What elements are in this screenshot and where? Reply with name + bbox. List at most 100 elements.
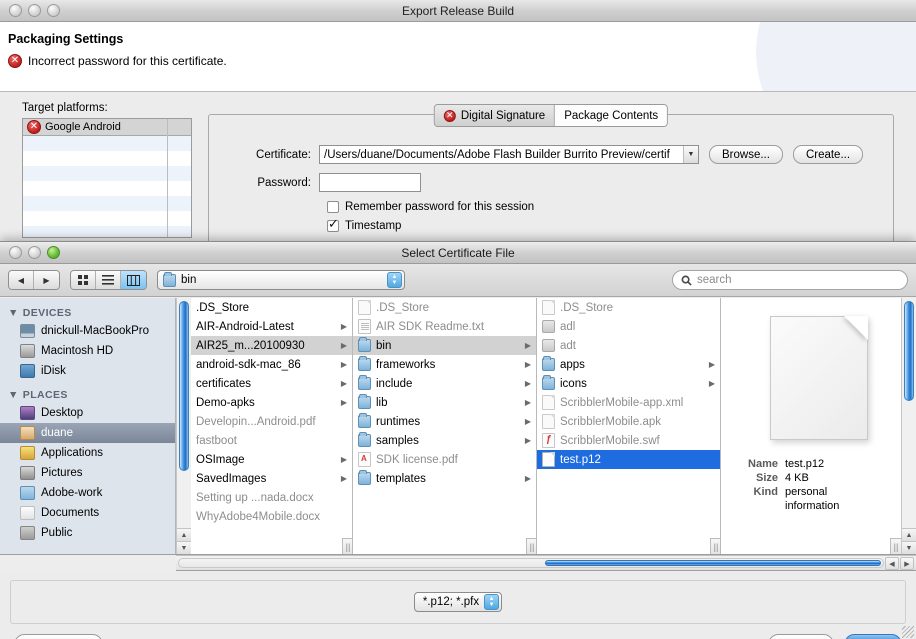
- sidebar-item-macintosh-hd[interactable]: Macintosh HD: [0, 341, 175, 361]
- list-item[interactable]: templates ▶: [353, 469, 536, 488]
- remember-password-checkbox[interactable]: [327, 201, 339, 213]
- list-item[interactable]: bin ▶: [353, 336, 536, 355]
- close-button[interactable]: [9, 246, 22, 259]
- scroll-down-icon[interactable]: ▼: [902, 541, 916, 554]
- minimize-button[interactable]: [28, 246, 41, 259]
- file-dialog-traffic-lights[interactable]: [9, 246, 60, 259]
- list-item[interactable]: OSImage ▶: [191, 450, 352, 469]
- list-item[interactable]: AIR SDK Readme.txt: [353, 317, 536, 336]
- sidebar-group-places[interactable]: ▼ PLACES: [0, 387, 175, 403]
- horizontal-scrollbar[interactable]: ◀ ▶: [176, 555, 916, 571]
- password-input[interactable]: [319, 173, 421, 192]
- column-resize-handle[interactable]: ||: [890, 538, 901, 554]
- list-item[interactable]: SavedImages ▶: [191, 469, 352, 488]
- column-view-icon[interactable]: [121, 271, 146, 289]
- scroll-up-icon[interactable]: ▲: [177, 528, 191, 541]
- list-item[interactable]: fastboot: [191, 431, 352, 450]
- sidebar-item-dnickull-macbookpro[interactable]: dnickull-MacBookPro: [0, 321, 175, 341]
- column-resize-handle[interactable]: ||: [710, 538, 720, 554]
- list-item[interactable]: Demo-apks ▶: [191, 393, 352, 412]
- scrollbar-arrows[interactable]: ▲ ▼: [177, 528, 191, 554]
- minimize-button[interactable]: [28, 4, 41, 17]
- list-item[interactable]: frameworks ▶: [353, 355, 536, 374]
- list-item[interactable]: .DS_Store: [537, 298, 720, 317]
- sidebar-item-documents[interactable]: Documents: [0, 503, 175, 523]
- disclosure-triangle-icon[interactable]: ▼: [8, 307, 19, 319]
- scrollbar-thumb[interactable]: [904, 301, 914, 401]
- tab-package-contents[interactable]: Package Contents: [555, 105, 668, 126]
- path-stepper-icon[interactable]: ▲ ▼: [387, 272, 402, 288]
- target-platforms-list[interactable]: ✕ Google Android: [22, 118, 192, 238]
- tab-digital-signature[interactable]: ✕ Digital Signature: [434, 105, 556, 126]
- back-arrow-icon[interactable]: ◀: [9, 271, 34, 289]
- timestamp-checkbox[interactable]: [327, 217, 339, 232]
- list-item-selected[interactable]: test.p12: [537, 450, 720, 469]
- path-dropdown[interactable]: bin ▲ ▼: [157, 270, 405, 290]
- search-input[interactable]: search: [672, 270, 908, 290]
- sidebar-item-idisk[interactable]: iDisk: [0, 361, 175, 381]
- scroll-down-icon[interactable]: ▼: [177, 541, 191, 554]
- window-traffic-lights[interactable]: [9, 4, 60, 17]
- scrollbar-arrows[interactable]: ◀ ▶: [885, 557, 914, 570]
- list-item[interactable]: lib ▶: [353, 393, 536, 412]
- platform-row[interactable]: ✕ Google Android: [23, 119, 191, 136]
- list-item[interactable]: adl: [537, 317, 720, 336]
- scroll-left-icon[interactable]: ◀: [885, 557, 899, 570]
- remember-password-row[interactable]: Remember password for this session: [327, 201, 893, 213]
- grid-view-icon[interactable]: [71, 271, 96, 289]
- scroll-right-icon[interactable]: ▶: [900, 557, 914, 570]
- list-item[interactable]: Setting up ...nada.docx: [191, 488, 352, 507]
- sidebar-group-devices[interactable]: ▼ DEVICES: [0, 305, 175, 321]
- scroll-up-icon[interactable]: ▲: [902, 528, 916, 541]
- sidebar-item-applications[interactable]: Applications: [0, 443, 175, 463]
- sidebar-item-desktop[interactable]: Desktop: [0, 403, 175, 423]
- zoom-button[interactable]: [47, 4, 60, 17]
- navigation-buttons[interactable]: ◀ ▶: [8, 270, 60, 290]
- cancel-button[interactable]: Cancel: [768, 634, 834, 639]
- list-item[interactable]: android-sdk-mac_86 ▶: [191, 355, 352, 374]
- sidebar-item-public[interactable]: Public: [0, 523, 175, 543]
- list-item[interactable]: certificates ▶: [191, 374, 352, 393]
- column-resize-handle[interactable]: ||: [526, 538, 536, 554]
- sidebar-scrollbar[interactable]: ▲ ▼: [176, 298, 191, 554]
- sidebar-item-duane[interactable]: duane: [0, 423, 175, 443]
- new-folder-button[interactable]: New Folder: [14, 634, 103, 639]
- preview-scrollbar[interactable]: ▲ ▼: [901, 298, 916, 554]
- view-mode-buttons[interactable]: [70, 270, 147, 290]
- sidebar-item-pictures[interactable]: Pictures: [0, 463, 175, 483]
- list-item[interactable]: .DS_Store: [353, 298, 536, 317]
- sidebar-item-adobe-work[interactable]: Adobe-work: [0, 483, 175, 503]
- list-item[interactable]: AIR-Android-Latest ▶: [191, 317, 352, 336]
- file-type-filter[interactable]: *.p12; *.pfx ▲ ▼: [413, 592, 503, 612]
- certificate-input[interactable]: /Users/duane/Documents/Adobe Flash Build…: [319, 145, 699, 164]
- filter-stepper-icon[interactable]: ▲ ▼: [484, 594, 500, 610]
- column-resize-handle[interactable]: ||: [342, 538, 352, 554]
- list-item[interactable]: apps ▶: [537, 355, 720, 374]
- list-item[interactable]: ScribblerMobile-app.xml: [537, 393, 720, 412]
- timestamp-row[interactable]: Timestamp: [327, 217, 893, 232]
- forward-arrow-icon[interactable]: ▶: [34, 271, 59, 289]
- scrollbar-thumb[interactable]: [545, 560, 881, 566]
- list-item[interactable]: runtimes ▶: [353, 412, 536, 431]
- list-item[interactable]: Developin...Android.pdf: [191, 412, 352, 431]
- list-view-icon[interactable]: [96, 271, 121, 289]
- scrollbar-thumb[interactable]: [179, 301, 189, 471]
- list-item[interactable]: samples ▶: [353, 431, 536, 450]
- list-item[interactable]: icons ▶: [537, 374, 720, 393]
- chevron-down-icon[interactable]: ▼: [683, 146, 698, 163]
- disclosure-triangle-icon[interactable]: ▼: [8, 389, 19, 401]
- scrollbar-track[interactable]: [178, 558, 884, 568]
- scrollbar-arrows[interactable]: ▲ ▼: [902, 528, 916, 554]
- list-item[interactable]: include ▶: [353, 374, 536, 393]
- open-button[interactable]: Open: [843, 634, 902, 639]
- zoom-button[interactable]: [47, 246, 60, 259]
- list-item[interactable]: WhyAdobe4Mobile.docx: [191, 507, 352, 526]
- window-resize-grip[interactable]: [902, 626, 914, 638]
- list-item[interactable]: ScribblerMobile.apk: [537, 412, 720, 431]
- panel-tabs[interactable]: ✕ Digital Signature Package Contents: [433, 104, 669, 127]
- list-item[interactable]: .DS_Store: [191, 298, 352, 317]
- list-item[interactable]: SDK license.pdf: [353, 450, 536, 469]
- list-item[interactable]: AIR25_m...20100930 ▶: [191, 336, 352, 355]
- create-button[interactable]: Create...: [792, 145, 864, 164]
- list-item[interactable]: adt: [537, 336, 720, 355]
